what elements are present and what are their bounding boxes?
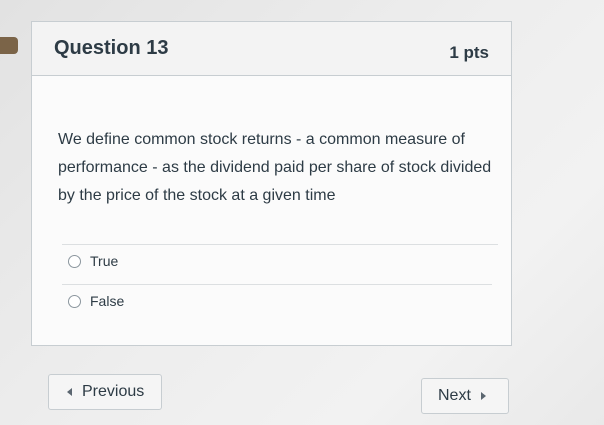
caret-right-icon	[480, 392, 486, 400]
answer-label-true: True	[90, 253, 119, 269]
question-card: Question 13 1 pts We define common stock…	[31, 21, 512, 346]
previous-button[interactable]: Previous	[48, 374, 162, 410]
next-button[interactable]: Next	[421, 378, 509, 414]
radio-true[interactable]	[68, 254, 81, 268]
question-text: We define common stock returns - a commo…	[58, 131, 492, 204]
next-button-label: Next	[438, 387, 471, 404]
question-title: Question 13	[54, 37, 169, 59]
question-header: Question 13 1 pts	[32, 22, 511, 76]
answers-divider-top	[62, 244, 498, 245]
question-flag-tab[interactable]	[0, 37, 18, 54]
answer-false[interactable]: False	[68, 293, 124, 309]
answers-divider-middle	[62, 284, 492, 285]
answer-true[interactable]: True	[68, 253, 118, 269]
radio-false[interactable]	[68, 294, 81, 308]
caret-left-icon	[67, 388, 72, 396]
previous-button-label: Previous	[82, 383, 145, 400]
answer-label-false: False	[90, 293, 125, 309]
question-points: 1 pts	[449, 43, 489, 62]
